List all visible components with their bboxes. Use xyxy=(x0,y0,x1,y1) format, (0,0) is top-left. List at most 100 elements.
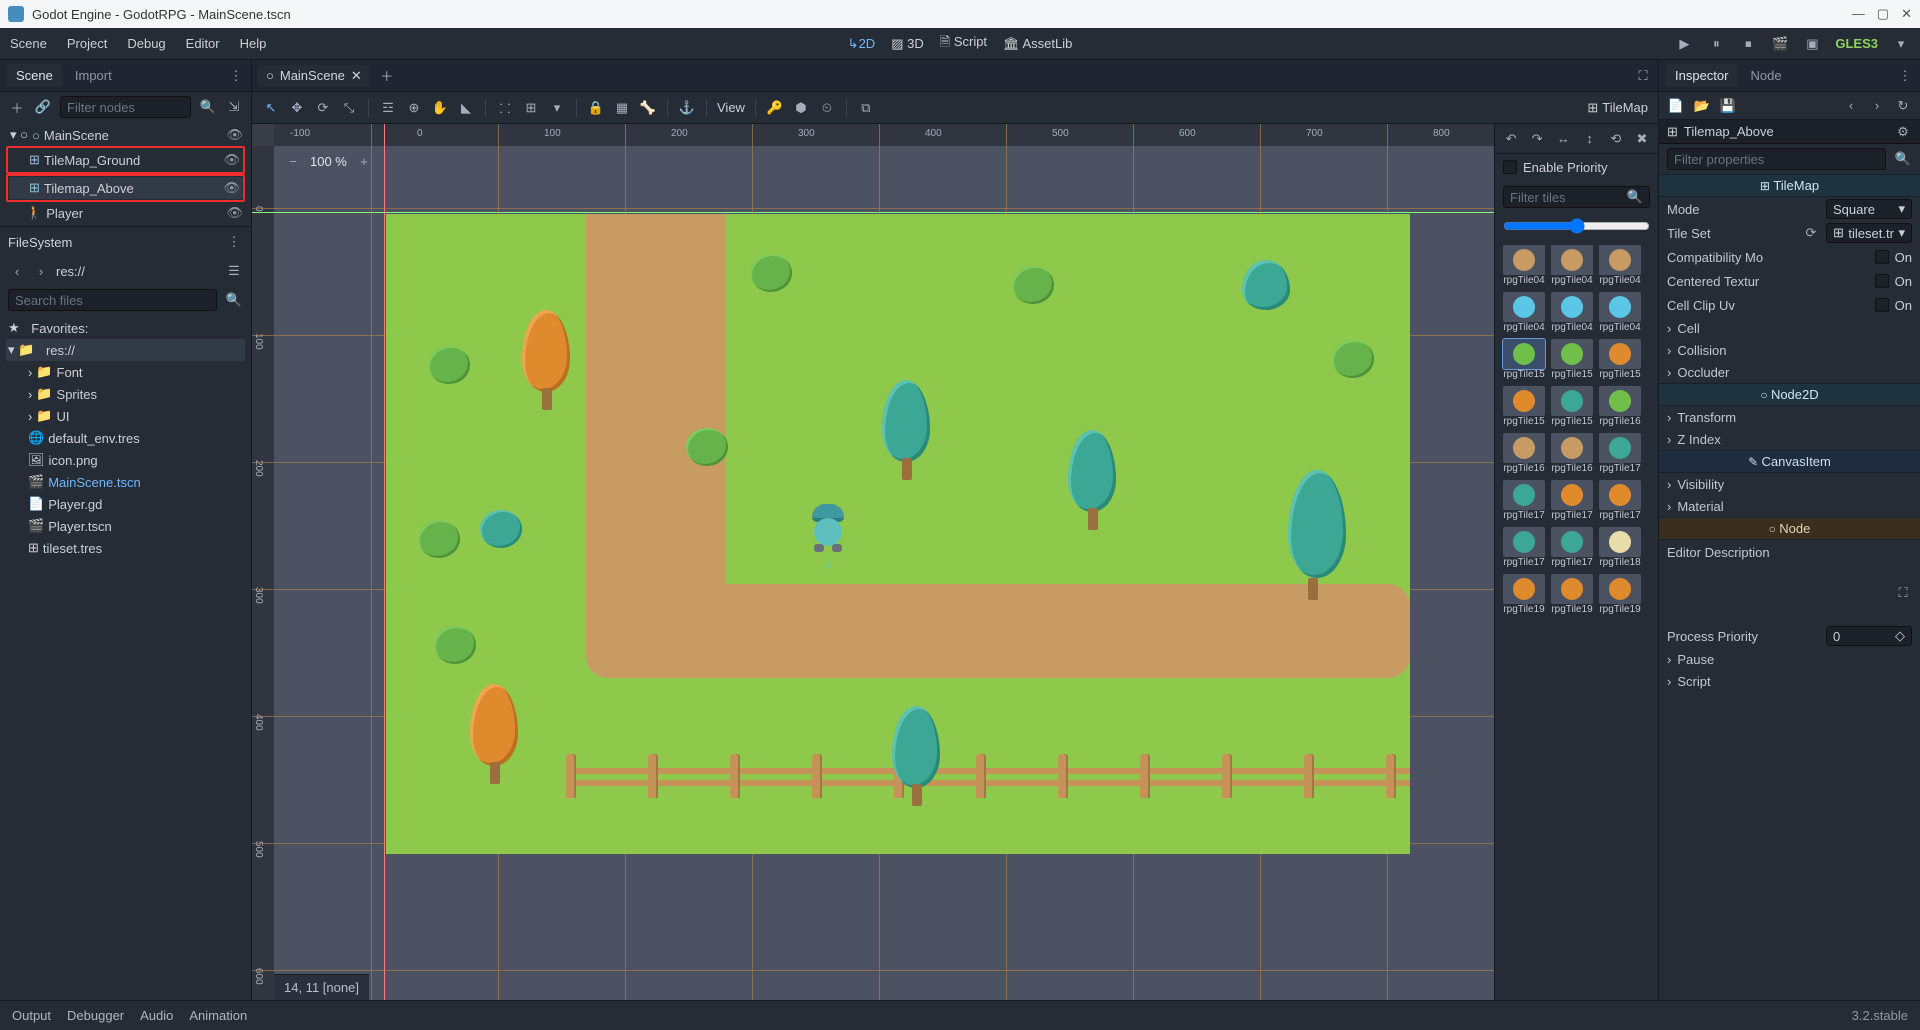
tile-rpgTile04[interactable]: rpgTile04 xyxy=(1599,245,1641,286)
copy-icon[interactable]: ⧉ xyxy=(857,99,875,117)
tile-rpgTile04[interactable]: rpgTile04 xyxy=(1551,292,1593,333)
tile-zoom-slider[interactable] xyxy=(1503,218,1650,234)
prop-tileset-value[interactable]: ⊞ tileset.tr▾ xyxy=(1826,223,1912,243)
snap-toggle-icon[interactable]: ⸬ xyxy=(496,99,514,117)
rotate-tool-icon[interactable]: ⟳ xyxy=(314,99,332,117)
close-tab-icon[interactable]: ✕ xyxy=(351,68,362,84)
scene-node-player[interactable]: 🚶 Player👁 xyxy=(6,202,245,224)
bottom-output[interactable]: Output xyxy=(12,1008,51,1023)
tab-node[interactable]: Node xyxy=(1740,64,1791,87)
fs-root[interactable]: ▾ 📁 res:// xyxy=(6,339,245,361)
pan-tool-icon[interactable]: ✋ xyxy=(431,99,449,117)
snap-options-icon[interactable]: ▾ xyxy=(548,99,566,117)
play-custom-icon[interactable]: ▣ xyxy=(1803,35,1821,53)
fs-item-player.tscn[interactable]: 🎬 Player.tscn xyxy=(6,515,245,537)
scene-node-tilemap_above[interactable]: ⊞ Tilemap_Above👁 xyxy=(9,177,242,199)
tile-undo-icon[interactable]: ↶ xyxy=(1503,130,1519,148)
tile-rpgTile15[interactable]: rpgTile15 xyxy=(1503,339,1545,380)
menu-project[interactable]: Project xyxy=(67,36,107,51)
tile-rpgTile17[interactable]: rpgTile17 xyxy=(1551,527,1593,568)
fold-material[interactable]: › Material xyxy=(1659,495,1920,517)
new-tab-icon[interactable]: ＋ xyxy=(378,67,396,85)
prop-centered-check[interactable] xyxy=(1875,274,1889,288)
scene-filter-input[interactable]: Filter nodes xyxy=(60,96,191,118)
tile-rpgTile18[interactable]: rpgTile18 xyxy=(1599,527,1641,568)
panel-menu-icon[interactable]: ⋮ xyxy=(227,67,245,85)
tile-rpgTile04[interactable]: rpgTile04 xyxy=(1503,245,1545,286)
fold-pause[interactable]: › Pause xyxy=(1659,648,1920,670)
tile-rpgTile16[interactable]: rpgTile16 xyxy=(1503,433,1545,474)
prop-compat-check[interactable] xyxy=(1875,250,1889,264)
tile-rpgTile16[interactable]: rpgTile16 xyxy=(1599,386,1641,427)
scene-node-mainscene[interactable]: ▾ ○ ○ MainScene👁 xyxy=(6,124,245,146)
menu-scene[interactable]: Scene xyxy=(10,36,47,51)
scene-node-tilemap_ground[interactable]: ⊞ TileMap_Ground👁 xyxy=(9,149,242,171)
insp-new-icon[interactable]: 📄 xyxy=(1667,97,1685,115)
tilemap-mode-label[interactable]: TileMap xyxy=(1602,100,1648,115)
fold-cell[interactable]: › Cell xyxy=(1659,317,1920,339)
prop-process-value[interactable]: 0◇ xyxy=(1826,626,1912,646)
insp-save-icon[interactable]: 💾 xyxy=(1719,97,1737,115)
bottom-audio[interactable]: Audio xyxy=(140,1008,173,1023)
tile-rpgTile15[interactable]: rpgTile15 xyxy=(1503,386,1545,427)
tile-rpgTile17[interactable]: rpgTile17 xyxy=(1503,527,1545,568)
section-node2d[interactable]: ○ Node2D xyxy=(1659,383,1920,406)
mode-assetlib-tab[interactable]: 🏛 AssetLib xyxy=(1003,36,1072,52)
canvas-viewport[interactable]: -100010020030040050060070080090010001100… xyxy=(252,124,1494,1000)
fs-search-input[interactable]: Search files xyxy=(8,289,217,311)
fs-item-icon.png[interactable]: 🖼 icon.png xyxy=(6,449,245,471)
tile-rpgTile04[interactable]: rpgTile04 xyxy=(1599,292,1641,333)
key-insert-icon[interactable]: 🔑 xyxy=(766,99,784,117)
fold-transform[interactable]: › Transform xyxy=(1659,406,1920,428)
tile-rpgTile15[interactable]: rpgTile15 xyxy=(1599,339,1641,380)
tile-rpgTile15[interactable]: rpgTile15 xyxy=(1551,339,1593,380)
key-options-icon[interactable]: ⏲ xyxy=(818,99,836,117)
tile-filter-input[interactable]: Filter tiles🔍 xyxy=(1503,186,1650,208)
tile-redo-icon[interactable]: ↷ xyxy=(1529,130,1545,148)
fs-item-player.gd[interactable]: 📄 Player.gd xyxy=(6,493,245,515)
node-options-icon[interactable]: ⚙ xyxy=(1894,123,1912,141)
fold-script[interactable]: › Script xyxy=(1659,670,1920,692)
tile-rpgTile17[interactable]: rpgTile17 xyxy=(1599,480,1641,521)
tile-rpgTile17[interactable]: rpgTile17 xyxy=(1503,480,1545,521)
tab-scene[interactable]: Scene xyxy=(6,64,63,87)
view-menu[interactable]: View xyxy=(717,100,745,115)
pause-icon[interactable]: ⏸ xyxy=(1707,35,1725,53)
fold-collision[interactable]: › Collision xyxy=(1659,339,1920,361)
fs-item-default_env.tres[interactable]: 🌐 default_env.tres xyxy=(6,427,245,449)
tile-rpgTile17[interactable]: rpgTile17 xyxy=(1551,480,1593,521)
search-icon[interactable]: 🔍 xyxy=(1894,150,1912,168)
section-tilemap[interactable]: ⊞ TileMap xyxy=(1659,174,1920,197)
fold-occluder[interactable]: › Occluder xyxy=(1659,361,1920,383)
fs-favorites[interactable]: ★ Favorites: xyxy=(6,317,245,339)
pivot-icon[interactable]: ⊕ xyxy=(405,99,423,117)
bottom-debugger[interactable]: Debugger xyxy=(67,1008,124,1023)
tile-flip-h-icon[interactable]: ↔ xyxy=(1555,130,1571,148)
play-icon[interactable]: ▶ xyxy=(1675,35,1693,53)
tile-clear-icon[interactable]: ✖ xyxy=(1634,130,1650,148)
expand-viewport-icon[interactable]: ⛶ xyxy=(1634,67,1652,85)
tile-rpgTile17[interactable]: rpgTile17 xyxy=(1599,433,1641,474)
section-node[interactable]: ○ Node xyxy=(1659,517,1920,540)
fs-item-sprites[interactable]: › 📁 Sprites xyxy=(6,383,245,405)
grid-snap-icon[interactable]: ⊞ xyxy=(522,99,540,117)
search-icon[interactable]: 🔍 xyxy=(225,291,243,309)
mode-2d-tab[interactable]: ↳2D xyxy=(848,36,876,52)
tile-rpgTile16[interactable]: rpgTile16 xyxy=(1551,433,1593,474)
tab-inspector[interactable]: Inspector xyxy=(1665,64,1738,87)
fs-item-ui[interactable]: › 📁 UI xyxy=(6,405,245,427)
anchor-icon[interactable]: ⚓ xyxy=(678,99,696,117)
search-icon[interactable]: 🔍 xyxy=(199,98,217,116)
tile-rpgTile04[interactable]: rpgTile04 xyxy=(1551,245,1593,286)
stop-icon[interactable]: ⏹ xyxy=(1739,35,1757,53)
tile-rpgTile19[interactable]: rpgTile19 xyxy=(1599,574,1641,615)
fs-item-font[interactable]: › 📁 Font xyxy=(6,361,245,383)
menu-editor[interactable]: Editor xyxy=(186,36,220,51)
add-node-icon[interactable]: ＋ xyxy=(8,98,26,116)
fs-toggle-view-icon[interactable]: ☰ xyxy=(225,262,243,280)
menu-icon[interactable]: ▾ xyxy=(1892,35,1910,53)
menu-debug[interactable]: Debug xyxy=(127,36,165,51)
scene-tab-mainscene[interactable]: ○MainScene✕ xyxy=(258,65,370,87)
fold-zindex[interactable]: › Z Index xyxy=(1659,428,1920,450)
bottom-animation[interactable]: Animation xyxy=(189,1008,247,1023)
